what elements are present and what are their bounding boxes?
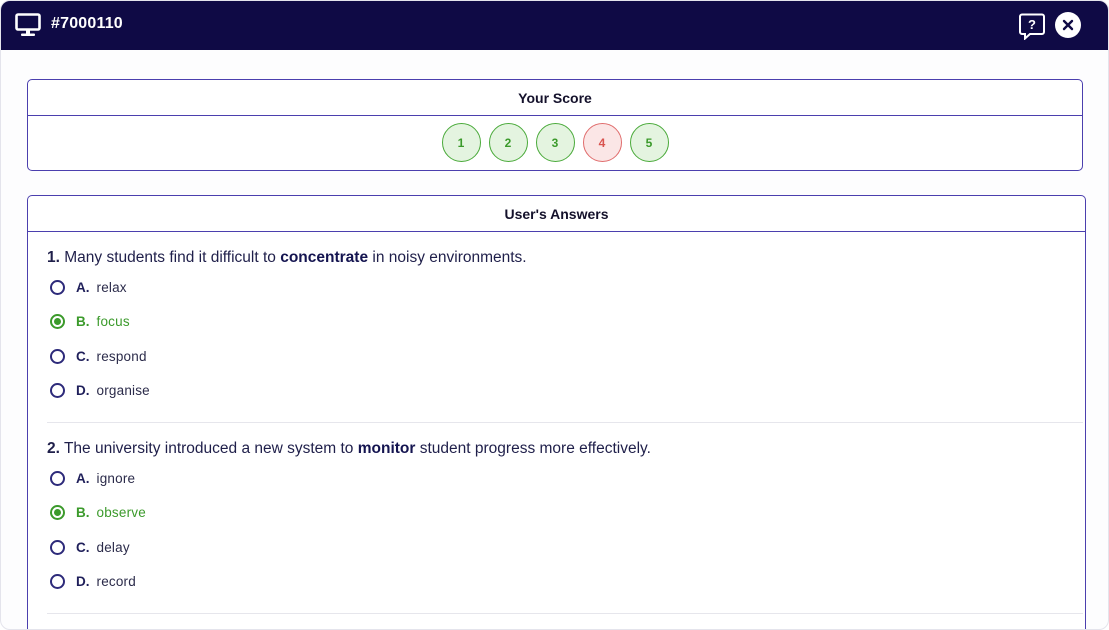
option-b[interactable]: B. focus [50,311,130,331]
option-a[interactable]: A. relax [50,277,127,297]
option-a[interactable]: A. ignore [50,468,135,488]
radio-button-checked[interactable] [50,313,65,329]
score-panel: Your Score 1 2 3 4 5 [27,79,1083,171]
result-window: #7000110 ? Your Score 1 2 3 4 5 User's A… [0,0,1109,630]
option-letter: C. [76,539,90,555]
radio-button[interactable] [50,470,65,486]
question-1: 1. Many students find it difficult to co… [47,248,1083,398]
close-icon [1062,19,1074,31]
answers-panel: User's Answers 1. Many students find it … [27,195,1086,629]
question-text-after: in noisy environments. [368,249,527,266]
option-letter: B. [76,313,90,329]
radio-button[interactable] [50,539,65,555]
question-number: 1. [47,249,60,266]
radio-dot [54,508,61,516]
option-b[interactable]: B. observe [50,502,146,522]
option-text: focus [96,313,130,329]
score-item-2[interactable]: 2 [488,123,528,162]
score-header: Your Score [28,80,1082,116]
question-text-after: student progress more effectively. [415,440,651,457]
question-text-before: Many students find it difficult to [59,249,281,266]
score-item-1[interactable]: 1 [441,123,481,162]
option-letter: C. [76,348,90,364]
radio-button[interactable] [50,573,65,589]
radio-button[interactable] [50,348,65,364]
question-keyword: monitor [357,440,416,457]
option-text: delay [96,539,130,555]
question-divider [47,613,1083,614]
score-item-3[interactable]: 3 [535,123,575,162]
option-d[interactable]: D. record [50,571,136,591]
answers-header: User's Answers [28,196,1085,232]
question-text: 1. Many students find it difficult to co… [47,248,1083,268]
close-button[interactable] [1055,12,1081,38]
question-divider [47,422,1083,423]
score-item-5[interactable]: 5 [629,123,669,162]
question-keyword: concentrate [280,249,369,266]
option-letter: A. [76,470,90,486]
option-letter: D. [76,573,90,589]
radio-button[interactable] [50,279,65,295]
option-letter: D. [76,382,90,398]
radio-button[interactable] [50,382,65,398]
question-2: 2. The university introduced a new syste… [47,439,1083,589]
monitor-icon [15,13,41,36]
option-c[interactable]: C. respond [50,346,147,366]
window-title: #7000110 [51,15,123,32]
score-list: 1 2 3 4 5 [28,116,1082,162]
option-letter: A. [76,279,90,295]
option-text: observe [96,504,146,520]
option-text: relax [96,279,127,295]
option-text: respond [96,348,147,364]
option-d[interactable]: D. organise [50,380,150,400]
title-bar: #7000110 ? [1,1,1108,50]
radio-dot [54,317,61,325]
option-text: organise [96,382,150,398]
radio-button-checked[interactable] [50,504,65,520]
option-text: record [96,573,136,589]
option-c[interactable]: C. delay [50,537,130,557]
svg-text:?: ? [1028,17,1036,32]
help-icon[interactable]: ? [1018,12,1046,40]
question-text: 2. The university introduced a new syste… [47,439,1083,459]
score-item-4[interactable]: 4 [582,123,622,162]
option-text: ignore [96,470,136,486]
question-number: 2. [47,440,60,457]
option-letter: B. [76,504,90,520]
question-text-before: The university introduced a new system t… [59,440,358,457]
